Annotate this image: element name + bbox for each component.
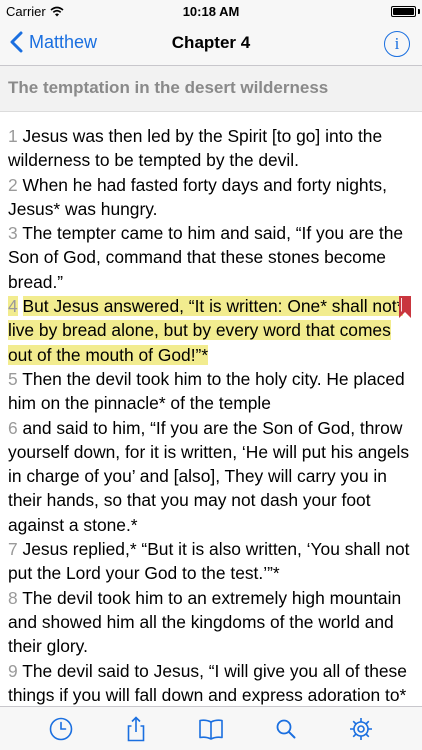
verse-text: The tempter came to him and said, “If yo…	[8, 223, 404, 292]
verse-text: Then the devil took him to the holy city…	[8, 368, 405, 414]
verse-list: 1 Jesus was then led by the Spirit [to g…	[8, 124, 412, 706]
history-tab[interactable]	[46, 714, 76, 744]
verse-text: But Jesus answered, “It is written: One*…	[8, 296, 404, 365]
chapter-content[interactable]: 1 Jesus was then led by the Spirit [to g…	[0, 112, 422, 706]
battery-tip	[418, 9, 420, 14]
battery-icon	[391, 6, 416, 17]
info-button[interactable]: i	[384, 31, 410, 57]
verse-text: Jesus replied,* “But it is also written,…	[8, 539, 410, 584]
books-tab[interactable]	[196, 714, 226, 744]
verse-7[interactable]: 7 Jesus replied,* “But it is also writte…	[8, 537, 412, 586]
tab-bar	[0, 706, 422, 750]
verse-text: The devil took him to an extremely high …	[8, 587, 402, 657]
verse-number: 5	[8, 368, 18, 389]
section-title: The temptation in the desert wilderness	[8, 78, 329, 97]
bookmark-icon[interactable]	[399, 296, 411, 318]
verse-5[interactable]: 5 Then the devil took him to the holy ci…	[8, 367, 412, 416]
history-icon	[50, 717, 73, 740]
status-time: 10:18 AM	[182, 4, 240, 19]
verse-number: 4	[8, 296, 18, 317]
verse-number: 8	[8, 587, 18, 608]
verse-number: 7	[8, 539, 18, 560]
settings-icon	[349, 717, 372, 740]
verse-1[interactable]: 1 Jesus was then led by the Spirit [to g…	[8, 124, 412, 173]
verse-3[interactable]: 3 The tempter came to him and said, “If …	[8, 221, 412, 294]
share-icon	[127, 715, 145, 741]
verse-4[interactable]: 4 But Jesus answered, “It is written: On…	[8, 294, 412, 367]
book-icon	[199, 718, 223, 740]
section-header: The temptation in the desert wilderness	[0, 66, 422, 112]
verse-number: 6	[8, 417, 18, 438]
search-icon	[276, 719, 296, 738]
verse-text: and said to him, “If you are the Son of …	[8, 417, 410, 535]
verse-text: The devil said to Jesus, “I will give yo…	[8, 660, 407, 705]
verse-8[interactable]: 8 The devil took him to an extremely hig…	[8, 586, 412, 659]
share-tab[interactable]	[121, 714, 151, 744]
verse-number: 9	[8, 660, 18, 681]
search-tab[interactable]	[271, 714, 301, 744]
verse-text: When he had fasted forty days and forty …	[8, 174, 387, 219]
page-title: Chapter 4	[171, 33, 251, 52]
verse-6[interactable]: 6 and said to him, “If you are the Son o…	[8, 416, 412, 537]
status-bar: Carrier 10:18 AM	[0, 0, 422, 22]
verse-number: 3	[8, 223, 18, 244]
verse-number: 1	[8, 126, 18, 146]
verse-2[interactable]: 2 When he had fasted forty days and fort…	[8, 173, 412, 222]
verse-9[interactable]: 9 The devil said to Jesus, “I will give …	[8, 659, 412, 706]
settings-tab[interactable]	[346, 714, 376, 744]
verse-number: 2	[8, 174, 18, 195]
verse-text: Jesus was then led by the Spirit [to go]…	[8, 126, 383, 171]
navigation-bar: Matthew Chapter 4 i	[0, 22, 422, 66]
